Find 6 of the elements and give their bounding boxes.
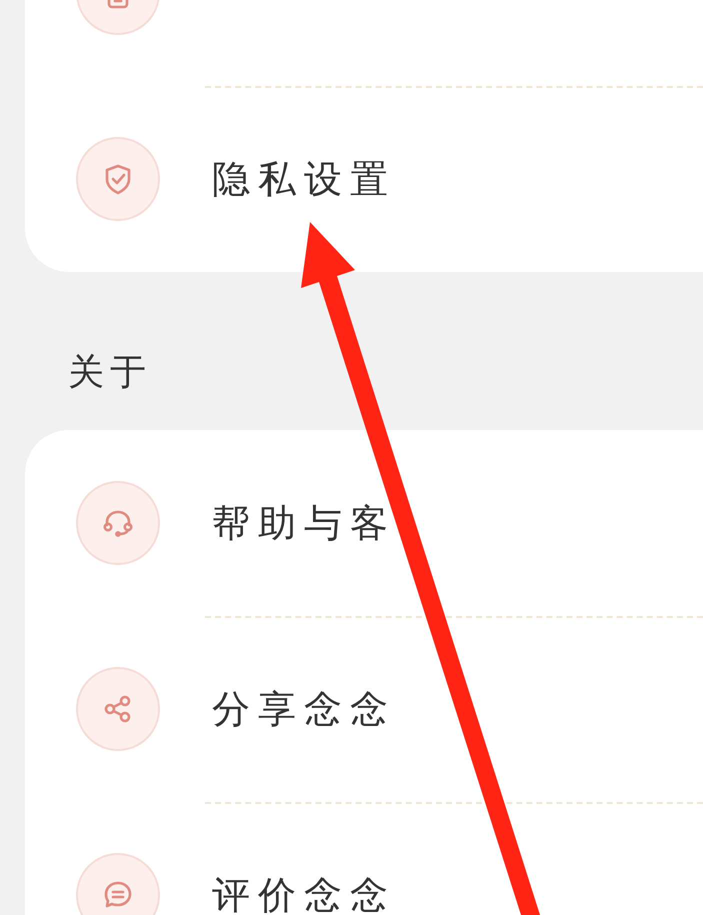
- menu-item-label[interactable]: 分享念念: [212, 684, 396, 734]
- menu-item-label[interactable]: 隐私设置: [212, 154, 396, 204]
- menu-item-label[interactable]: 帮助与客: [212, 498, 396, 548]
- section-title: 关于: [67, 351, 153, 395]
- menu-item-label[interactable]: 评价念念: [212, 870, 396, 915]
- chat-icon: [76, 853, 160, 915]
